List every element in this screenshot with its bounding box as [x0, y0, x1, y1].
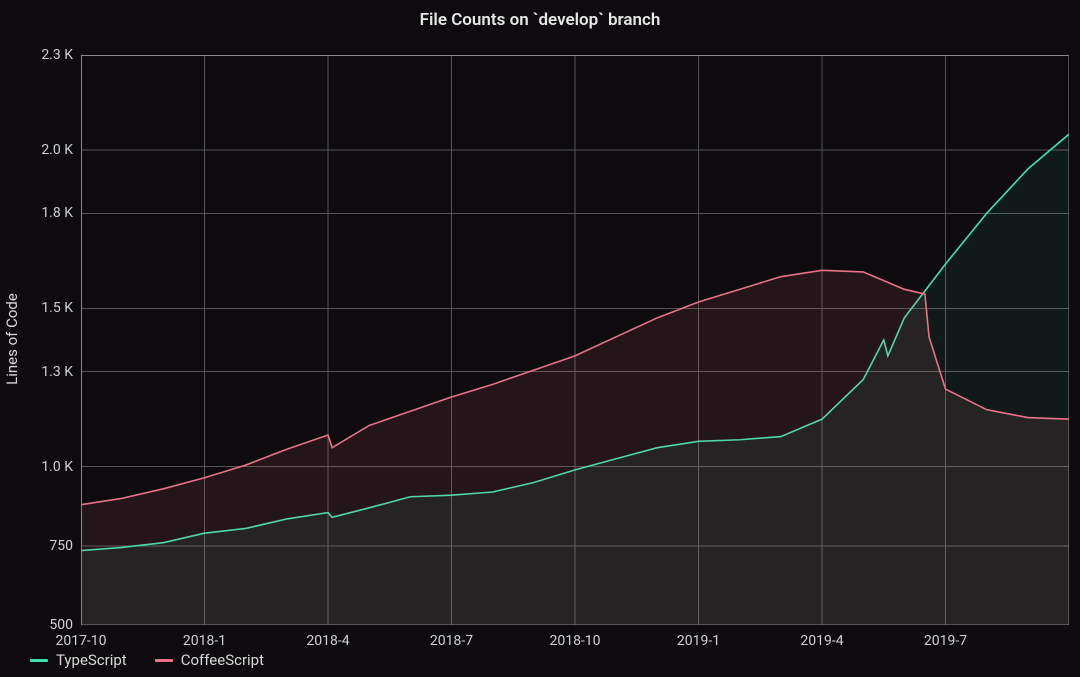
x-tick: 2018-1 — [183, 625, 226, 649]
x-tick: 2018-4 — [306, 625, 349, 649]
chart-title: File Counts on `develop` branch — [0, 10, 1080, 30]
legend: TypeScript CoffeeScript — [30, 651, 264, 669]
plot-area: 5007501.0 K1.3 K1.5 K1.8 K2.0 K2.3 K 201… — [81, 55, 1069, 625]
x-tick: 2018-10 — [549, 625, 600, 649]
x-tick: 2017-10 — [55, 625, 106, 649]
legend-label-typescript: TypeScript — [56, 651, 127, 669]
x-tick: 2019-1 — [677, 625, 720, 649]
y-tick: 750 — [49, 538, 81, 554]
legend-item-typescript[interactable]: TypeScript — [30, 651, 127, 669]
y-tick: 1.8 K — [41, 205, 81, 221]
y-tick: 2.3 K — [41, 47, 81, 63]
y-axis-label: Lines of Code — [3, 293, 21, 385]
y-tick: 1.0 K — [41, 459, 81, 475]
y-tick: 1.3 K — [41, 364, 81, 380]
chart-container: File Counts on `develop` branch Lines of… — [0, 0, 1080, 677]
x-tick: 2019-7 — [924, 625, 967, 649]
x-tick: 2018-7 — [430, 625, 473, 649]
plot-svg — [81, 55, 1069, 625]
y-tick: 2.0 K — [41, 142, 81, 158]
legend-swatch-coffeescript — [155, 659, 173, 662]
legend-item-coffeescript[interactable]: CoffeeScript — [155, 651, 264, 669]
legend-label-coffeescript: CoffeeScript — [181, 651, 264, 669]
y-tick: 1.5 K — [41, 300, 81, 316]
legend-swatch-typescript — [30, 659, 48, 662]
x-tick: 2019-4 — [800, 625, 843, 649]
